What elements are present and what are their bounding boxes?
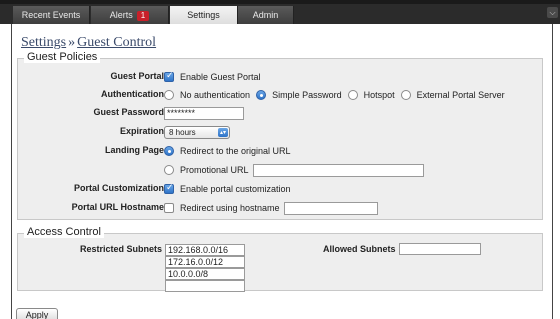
tab-label: Recent Events — [21, 10, 81, 20]
promotional-url-text: Promotional URL — [180, 165, 249, 175]
enable-guest-portal-text: Enable Guest Portal — [180, 72, 261, 82]
guest-policies-legend: Guest Policies — [24, 51, 101, 63]
expiration-value: 8 hours — [169, 127, 196, 137]
landing-page-label: Landing Page — [104, 145, 164, 155]
external-portal-server-radio[interactable] — [400, 90, 411, 100]
simple-password-text: Simple Password — [272, 90, 342, 100]
apply-button[interactable]: Apply — [16, 308, 58, 319]
restricted-subnet-input[interactable]: 172.16.0.0/12 — [165, 256, 245, 268]
redirect-original-url-text: Redirect to the original URL — [180, 146, 291, 156]
portal-url-hostname-label: Portal URL Hostname — [71, 202, 164, 212]
redirect-using-hostname-text: Redirect using hostname — [180, 203, 280, 213]
top-strip — [0, 0, 560, 4]
guest-password-label: Guest Password — [93, 107, 164, 117]
enable-guest-portal-checkbox[interactable] — [164, 71, 174, 82]
chevron-down-icon[interactable]: ⌵ — [547, 7, 558, 18]
restricted-subnet-input[interactable] — [165, 280, 245, 292]
tab-label: Alerts — [109, 10, 133, 20]
tab-settings[interactable]: Settings — [170, 6, 238, 24]
access-control-legend: Access Control — [24, 226, 104, 238]
restricted-subnets-label: Restricted Subnets — [80, 244, 163, 254]
portal-customization-label: Portal Customization — [73, 183, 164, 193]
expiration-row: Expiration 8 hours ▴▾ — [18, 124, 544, 140]
allowed-subnet-input[interactable] — [399, 243, 481, 255]
alerts-count-badge: 1 — [136, 10, 150, 21]
redirect-using-hostname-checkbox[interactable] — [164, 203, 174, 213]
no-authentication-radio[interactable] — [164, 90, 174, 100]
external-portal-server-text: External Portal Server — [416, 90, 505, 100]
promotional-url-radio[interactable] — [164, 165, 174, 175]
portal-url-hostname-row: Portal URL Hostname Redirect using hostn… — [18, 200, 544, 216]
authentication-row: Authentication No authentication Simple … — [18, 87, 544, 103]
enable-portal-customization-text: Enable portal customization — [180, 184, 291, 194]
landing-page-row: Landing Page Redirect to the original UR… — [18, 143, 544, 159]
hotspot-text: Hotspot — [363, 90, 395, 100]
access-control-section: Access Control Restricted Subnets 192.16… — [17, 226, 543, 292]
guest-password-input[interactable] — [164, 106, 244, 120]
select-arrows-icon: ▴▾ — [218, 127, 228, 137]
top-tab-bar: Recent Events Alerts 1 Settings Admin ⌵ — [0, 0, 560, 24]
restricted-subnet-input[interactable]: 192.168.0.0/16 — [165, 244, 245, 256]
authentication-label: Authentication — [101, 89, 164, 99]
tab-label: Settings — [187, 10, 220, 20]
expiration-select[interactable]: 8 hours ▴▾ — [164, 125, 230, 139]
breadcrumb-settings-link[interactable]: Settings — [21, 35, 66, 50]
breadcrumb-guest-control-link[interactable]: Guest Control — [77, 35, 156, 50]
breadcrumb: Settings» Guest Control — [21, 35, 156, 51]
guest-portal-label: Guest Portal — [110, 71, 164, 81]
hostname-input[interactable] — [283, 201, 378, 215]
guest-portal-row: Guest Portal Enable Guest Portal — [18, 69, 544, 85]
tab-admin[interactable]: Admin — [238, 6, 294, 24]
tab-alerts[interactable]: Alerts 1 — [91, 6, 169, 24]
simple-password-radio[interactable] — [256, 90, 267, 100]
expiration-label: Expiration — [119, 126, 164, 136]
promotional-url-row: Promotional URL — [18, 162, 544, 178]
hotspot-radio[interactable] — [347, 90, 358, 100]
breadcrumb-separator: » — [68, 35, 76, 50]
promotional-url-input[interactable] — [252, 163, 424, 177]
guest-password-row: Guest Password — [18, 105, 544, 121]
guest-policies-section: Guest Policies Guest Portal Enable Guest… — [17, 51, 544, 220]
no-authentication-text: No authentication — [180, 90, 251, 100]
tab-label: Admin — [252, 10, 279, 20]
restricted-subnet-input[interactable]: 10.0.0.0/8 — [165, 268, 245, 280]
enable-portal-customization-checkbox[interactable] — [164, 183, 174, 194]
allowed-subnets-label: Allowed Subnets — [323, 244, 396, 254]
redirect-original-url-radio[interactable] — [164, 146, 174, 156]
tab-recent-events[interactable]: Recent Events — [13, 6, 90, 24]
portal-customization-row: Portal Customization Enable portal custo… — [18, 181, 544, 197]
